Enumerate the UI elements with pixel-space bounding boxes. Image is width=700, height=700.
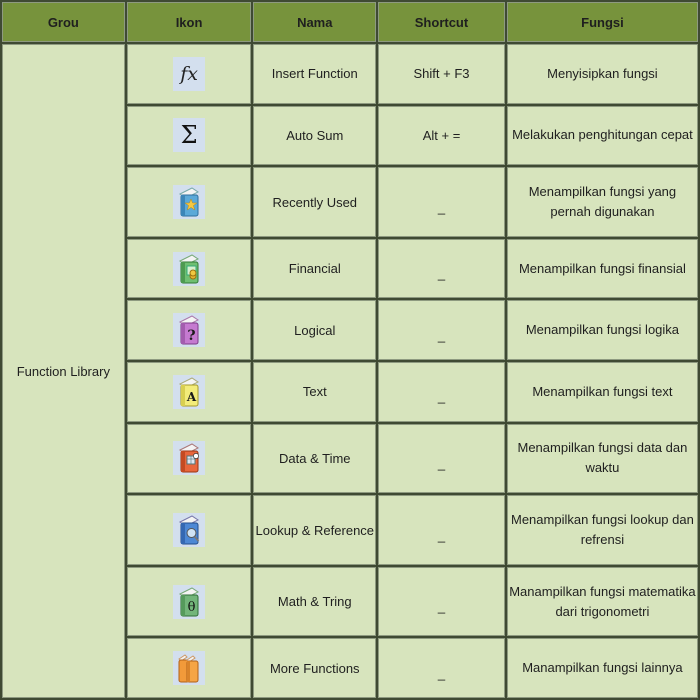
- name-cell: Data & Time: [253, 423, 377, 494]
- function-library-table: Grou Ikon Nama Shortcut Fungsi Function …: [0, 0, 700, 700]
- function-cell: Menampilkan fungsi text: [506, 362, 698, 422]
- name-cell: Math & Tring: [253, 566, 377, 637]
- name-cell: Logical: [253, 300, 377, 361]
- icon-cell: [126, 423, 252, 494]
- function-cell: Menampilkan fungsi logika: [506, 300, 698, 361]
- shortcut-cell: _: [378, 638, 505, 698]
- math-trig-book-theta-icon: θ: [173, 584, 206, 619]
- icon-cell: [126, 638, 252, 698]
- shortcut-cell: _: [378, 167, 505, 237]
- lookup-reference-book-magnifier-icon: [173, 513, 206, 548]
- icon-cell: θ: [126, 566, 252, 637]
- group-cell: Function Library: [2, 44, 125, 698]
- header-group: Grou: [2, 2, 125, 42]
- shortcut-cell: _: [378, 362, 505, 422]
- name-cell: Financial: [253, 238, 377, 299]
- icon-cell: Σ: [126, 105, 252, 166]
- icon-cell: A: [126, 362, 252, 422]
- function-cell: Manampilkan fungsi matematika dari trigo…: [506, 566, 698, 637]
- more-functions-books-icon: [173, 651, 206, 686]
- name-cell: Text: [253, 362, 377, 422]
- function-cell: Menampilkan fungsi lookup dan refrensi: [506, 495, 698, 565]
- shortcut-cell: _: [378, 423, 505, 494]
- name-cell: Recently Used: [253, 167, 377, 237]
- svg-text:?: ?: [187, 328, 195, 344]
- shortcut-cell: _: [378, 495, 505, 565]
- shortcut-cell: Shift + F3: [378, 44, 505, 104]
- name-cell: Auto Sum: [253, 105, 377, 166]
- icon-cell: [126, 495, 252, 565]
- name-cell: Insert Function: [253, 44, 377, 104]
- header-icon: Ikon: [126, 2, 252, 42]
- name-cell: Lookup & Reference: [253, 495, 377, 565]
- function-cell: Menampilkan fungsi data dan waktu: [506, 423, 698, 494]
- shortcut-cell: _: [378, 566, 505, 637]
- shortcut-cell: Alt + =: [378, 105, 505, 166]
- function-cell: Menampilkan fungsi finansial: [506, 238, 698, 299]
- icon-cell: [126, 238, 252, 299]
- autosum-sigma-icon: Σ: [173, 118, 206, 153]
- svg-text:θ: θ: [188, 600, 196, 615]
- shortcut-cell: _: [378, 238, 505, 299]
- insert-function-fx-icon: fx: [173, 56, 206, 91]
- function-cell: Melakukan penghitungan cepat: [506, 105, 698, 166]
- function-cell: Menyisipkan fungsi: [506, 44, 698, 104]
- function-cell: Menampilkan fungsi yang pernah digunakan: [506, 167, 698, 237]
- name-cell: More Functions: [253, 638, 377, 698]
- svg-text:A: A: [186, 390, 197, 404]
- header-name: Nama: [253, 2, 377, 42]
- icon-cell: fx: [126, 44, 252, 104]
- header-shortcut: Shortcut: [378, 2, 505, 42]
- financial-book-coins-icon: [173, 251, 206, 286]
- table-row: Function Library fx Insert Function Shif…: [2, 44, 698, 698]
- icon-cell: [126, 167, 252, 237]
- recently-used-book-star-icon: [173, 185, 206, 220]
- icon-cell: ?: [126, 300, 252, 361]
- header-row: Grou Ikon Nama Shortcut Fungsi: [2, 2, 698, 42]
- text-book-a-icon: A: [173, 374, 206, 409]
- shortcut-cell: _: [378, 300, 505, 361]
- logical-book-question-icon: ?: [173, 313, 206, 348]
- header-function: Fungsi: [506, 2, 698, 42]
- function-cell: Manampilkan fungsi lainnya: [506, 638, 698, 698]
- date-time-book-calendar-icon: [173, 441, 206, 476]
